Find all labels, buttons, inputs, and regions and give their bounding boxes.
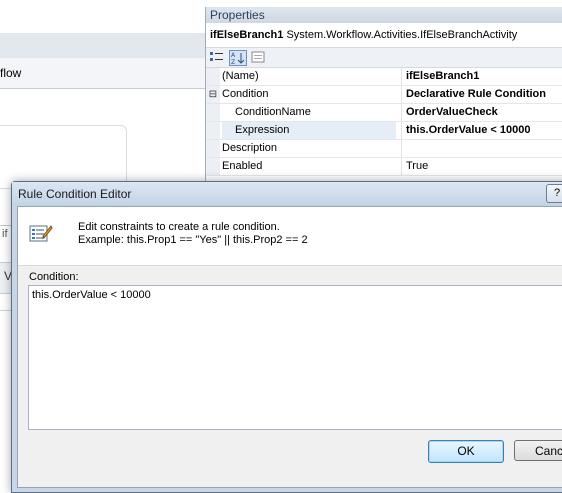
property-row-expression[interactable]: Expression this.OrderValue < 10000 [206, 122, 562, 140]
property-name: Condition [222, 88, 269, 100]
property-value[interactable]: this.OrderValue < 10000 [401, 122, 562, 139]
row-gutter [206, 140, 220, 157]
help-button[interactable]: ? [546, 184, 562, 203]
designer-activity-box[interactable] [0, 125, 127, 189]
property-value[interactable]: ifElseBranch1 [401, 68, 562, 85]
row-gutter [206, 158, 220, 175]
designer-edge-label: if [2, 228, 8, 240]
svg-text:Z: Z [231, 59, 235, 65]
condition-textarea[interactable]: this.OrderValue < 10000 [28, 285, 562, 430]
property-row-condition[interactable]: ⊟ Condition Declarative Rule Condition [206, 86, 562, 104]
designer-header-strip [0, 33, 205, 59]
rule-editor-icon [29, 222, 53, 244]
dialog-title: Rule Condition Editor [18, 187, 132, 201]
row-gutter [206, 122, 220, 139]
condition-label: Condition: [29, 271, 79, 283]
property-name: Enabled [222, 160, 263, 172]
cancel-button[interactable]: Cance [514, 440, 562, 461]
property-value[interactable]: Declarative Rule Condition [401, 86, 562, 103]
property-row-description[interactable]: Description [206, 140, 562, 158]
properties-toolbar: AZ [206, 48, 562, 68]
ok-button[interactable]: OK [428, 440, 504, 463]
properties-panel: Properties ifElseBranch1 System.Workflow… [205, 7, 562, 207]
rule-condition-editor-dialog: Rule Condition Editor ? Edit constraints… [11, 181, 562, 493]
condition-text: this.OrderValue < 10000 [32, 289, 151, 301]
properties-object-selector[interactable]: ifElseBranch1 System.Workflow.Activities… [206, 23, 562, 48]
property-name: ConditionName [235, 106, 311, 118]
designer-partial-label: flow [0, 66, 22, 80]
property-pages-icon[interactable] [250, 50, 266, 64]
property-value[interactable]: OrderValueCheck [401, 104, 562, 121]
row-gutter [206, 104, 220, 121]
properties-object-type: System.Workflow.Activities.IfElseBranchA… [286, 29, 518, 41]
property-value[interactable] [401, 140, 562, 157]
property-grid: (Name) ifElseBranch1 ⊟ Condition Declara… [206, 68, 562, 176]
row-gutter [206, 68, 220, 85]
instruction-line-2: Example: this.Prop1 == "Yes" || this.Pro… [78, 234, 308, 246]
dialog-titlebar[interactable]: Rule Condition Editor ? [12, 182, 562, 206]
svg-text:A: A [231, 52, 236, 59]
dialog-client-area: Edit constraints to create a rule condit… [17, 206, 562, 488]
property-name: (Name) [222, 70, 259, 82]
property-row-conditionname[interactable]: ConditionName OrderValueCheck [206, 104, 562, 122]
alphabetical-sort-icon[interactable]: AZ [229, 50, 247, 66]
dialog-header: Edit constraints to create a rule condit… [18, 207, 562, 266]
property-row-enabled[interactable]: Enabled True [206, 158, 562, 176]
property-value[interactable]: True [401, 158, 562, 175]
dialog-instruction: Edit constraints to create a rule condit… [78, 221, 308, 247]
property-name: Expression [222, 122, 396, 139]
instruction-line-1: Edit constraints to create a rule condit… [78, 221, 280, 233]
collapse-icon[interactable]: ⊟ [206, 86, 220, 103]
properties-title: Properties [206, 7, 562, 23]
property-row-name[interactable]: (Name) ifElseBranch1 [206, 68, 562, 86]
categorized-icon[interactable] [209, 50, 225, 64]
property-name: Description [222, 142, 278, 154]
properties-object-name: ifElseBranch1 [210, 29, 284, 41]
designer-title-strip: flow [0, 58, 205, 89]
